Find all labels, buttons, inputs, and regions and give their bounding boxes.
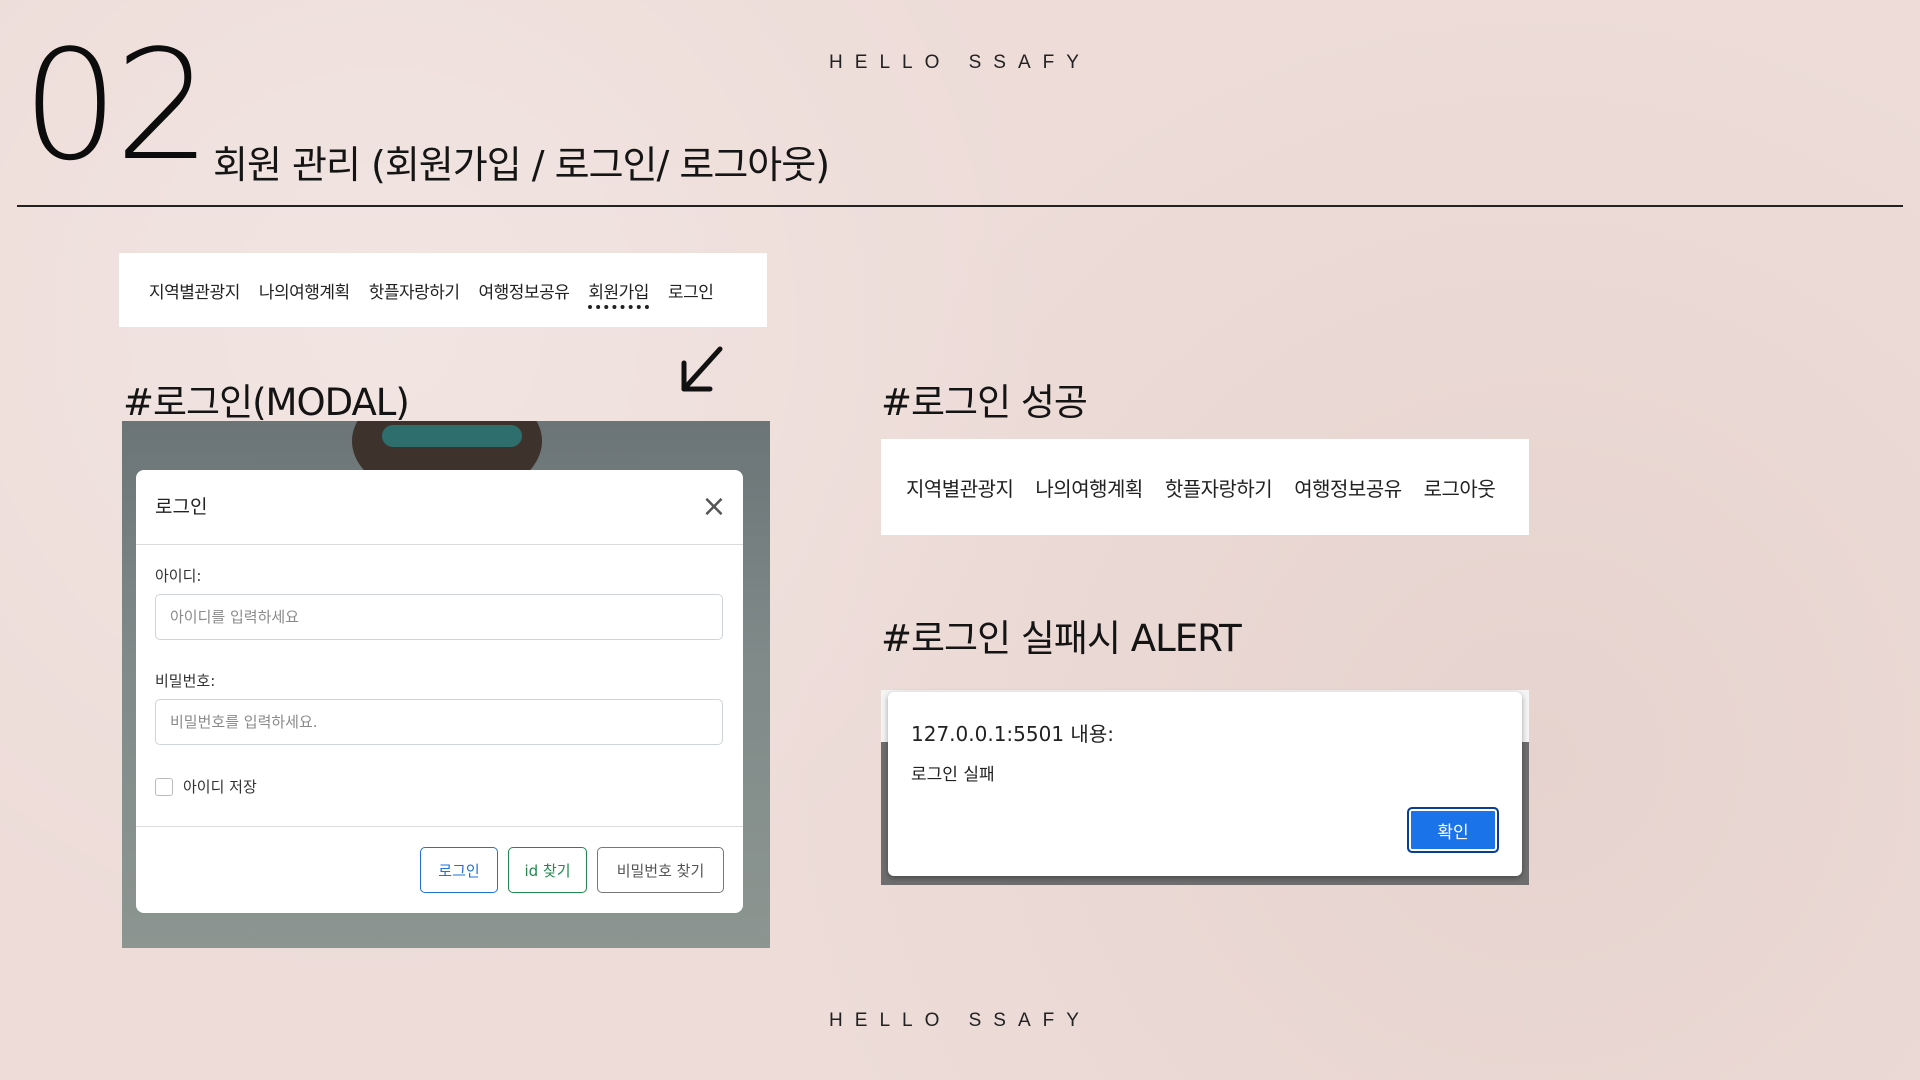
section-label-modal: #로그인(MODAL) xyxy=(123,381,410,424)
header-text: HELLO SSAFY xyxy=(829,52,1091,73)
nav-item-hotplace[interactable]: 핫플자랑하기 xyxy=(1165,473,1273,502)
find-id-button[interactable]: id 찾기 xyxy=(508,847,587,893)
find-password-button[interactable]: 비밀번호 찾기 xyxy=(597,847,724,893)
id-input[interactable] xyxy=(155,594,723,640)
navbar-after-login: 지역별관광지 나의여행계획 핫플자랑하기 여행정보공유 로그아웃 xyxy=(881,439,1529,535)
nav-item-signup[interactable]: 회원가입 xyxy=(588,278,649,309)
footer-text: HELLO SSAFY xyxy=(829,1010,1091,1031)
remember-id[interactable]: 아이디 저장 xyxy=(155,776,257,797)
modal-header: 로그인 × xyxy=(136,470,743,545)
password-label: 비밀번호: xyxy=(155,672,216,690)
nav-item-logout[interactable]: 로그아웃 xyxy=(1424,473,1496,502)
slide-title: 회원 관리 (회원가입 / 로그인/ 로그아웃) xyxy=(213,143,830,187)
alert-origin: 127.0.0.1:5501 내용: xyxy=(911,722,1114,746)
nav-item-region-attractions[interactable]: 지역별관광지 xyxy=(906,473,1014,502)
nav-item-my-trip-plan[interactable]: 나의여행계획 xyxy=(259,278,350,303)
nav-item-hotplace[interactable]: 핫플자랑하기 xyxy=(369,278,460,303)
alert-dialog: 127.0.0.1:5501 내용: 로그인 실패 확인 xyxy=(888,692,1522,876)
title-divider xyxy=(17,205,1903,207)
nav-item-travel-info[interactable]: 여행정보공유 xyxy=(1294,473,1402,502)
navbar-before-login: 지역별관광지 나의여행계획 핫플자랑하기 여행정보공유 회원가입 로그인 xyxy=(119,253,767,327)
login-modal: 로그인 × 아이디: 비밀번호: 아이디 저장 로그인 id 찾기 비밀번호 찾… xyxy=(136,470,743,913)
nav-item-region-attractions[interactable]: 지역별관광지 xyxy=(149,278,240,303)
close-icon[interactable]: × xyxy=(699,492,729,522)
remember-id-checkbox[interactable] xyxy=(155,777,173,796)
nav-item-login[interactable]: 로그인 xyxy=(668,278,714,303)
slide-number: 02 xyxy=(22,17,211,194)
alert-ok-button[interactable]: 확인 xyxy=(1407,807,1499,853)
modal-title: 로그인 xyxy=(155,496,208,518)
alert-message: 로그인 실패 xyxy=(911,765,995,785)
background-photo-headband xyxy=(382,425,522,447)
nav-item-my-trip-plan[interactable]: 나의여행계획 xyxy=(1035,473,1143,502)
login-button[interactable]: 로그인 xyxy=(420,847,498,893)
password-input[interactable] xyxy=(155,699,723,745)
section-label-fail: #로그인 실패시 ALERT xyxy=(881,617,1242,660)
nav-item-travel-info[interactable]: 여행정보공유 xyxy=(479,278,570,303)
modal-footer-divider xyxy=(136,826,743,827)
arrow-icon xyxy=(681,346,723,392)
section-label-success: #로그인 성공 xyxy=(881,381,1088,424)
id-label: 아이디: xyxy=(155,567,202,585)
remember-id-label: 아이디 저장 xyxy=(183,778,257,796)
